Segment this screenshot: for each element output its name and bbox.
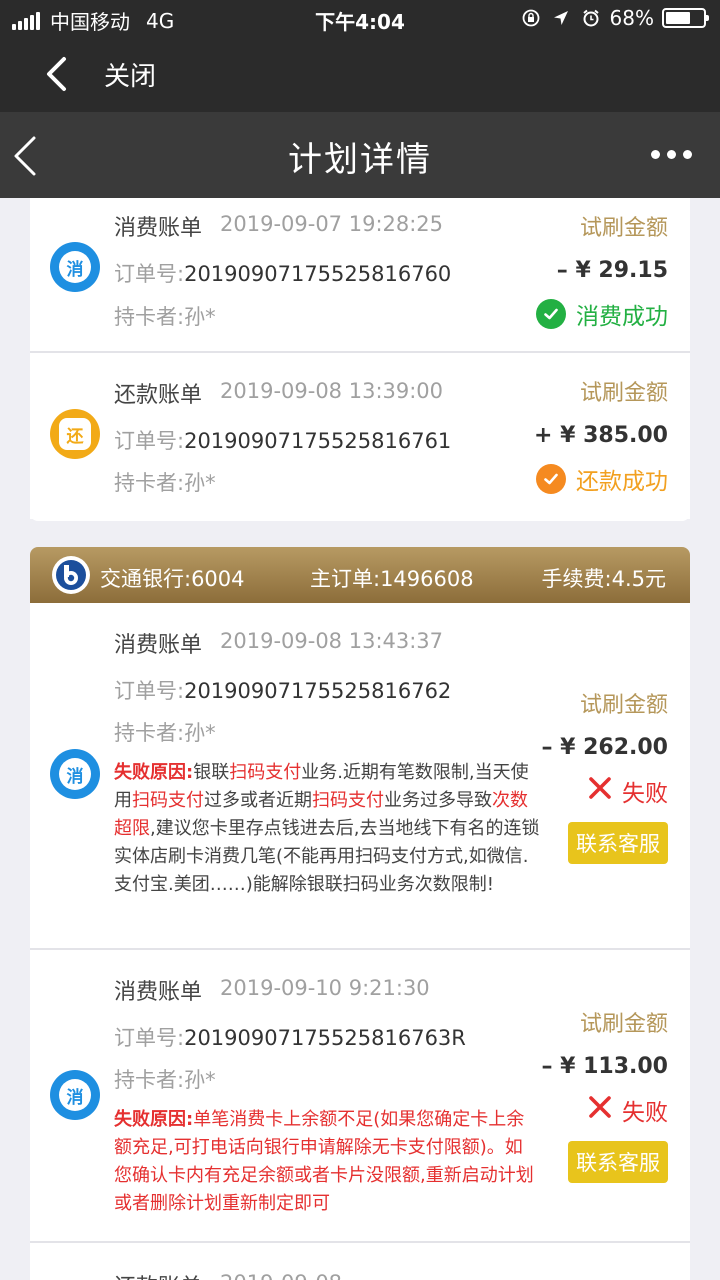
order-number: 订单号:20190907175525816763R: [114, 1026, 466, 1050]
location-arrow-icon: [552, 9, 570, 27]
record-group-card: 消 消费账单 2019-09-08 13:43:37 订单号:201909071…: [30, 603, 690, 1280]
amount-value: – ¥ 113.00: [541, 1054, 668, 1079]
consume-icon: 消: [50, 242, 100, 292]
card-holder: 持卡者:孙*: [114, 1068, 216, 1092]
check-circle-icon: [536, 464, 566, 494]
record-time: 2019-09-07 19:28:25: [220, 212, 444, 236]
main-order-number: 主订单:1496608: [310, 567, 474, 591]
amount-value: + ¥ 385.00: [534, 423, 668, 448]
status-badge: 失败: [541, 774, 668, 808]
failure-reason: 失败原因:银联扫码支付业务.近期有笔数限制,当天使用扫码支付过多或者近期扫码支付…: [114, 762, 540, 895]
contact-service-button[interactable]: 联系客服: [568, 822, 668, 864]
record-time: 2019-09-10 9:21:30: [220, 976, 430, 1000]
more-options-icon[interactable]: [644, 150, 692, 159]
close-x-icon: [588, 776, 612, 806]
browser-top-bar: 关闭: [0, 36, 720, 112]
record-type: 还款账单: [114, 1269, 202, 1280]
record-time: 2019-09-08 13:43:37: [220, 629, 444, 653]
rotation-lock-icon: [522, 9, 540, 27]
page-title: 计划详情: [288, 140, 432, 180]
status-badge: 失败: [541, 1093, 668, 1127]
battery-icon: [662, 8, 709, 28]
record-time: 2019-09-08: [220, 1271, 342, 1280]
card-holder: 持卡者:孙*: [114, 471, 216, 495]
record-type: 消费账单: [114, 980, 203, 1005]
service-fee: 手续费:4.5元: [541, 567, 666, 591]
order-number: 订单号:20190907175525816762: [114, 679, 452, 703]
close-button[interactable]: 关闭: [104, 56, 156, 93]
amount-label: 试刷金额: [579, 216, 668, 241]
alarm-clock-icon: [582, 9, 600, 27]
record-type: 消费账单: [114, 216, 203, 241]
repay-icon: 还: [50, 409, 100, 459]
bank-card-info: 交通银行:6004: [100, 567, 245, 591]
record-type: 消费账单: [114, 633, 203, 658]
plan-detail-list[interactable]: 消 消费账单 2019-09-07 19:28:25 订单号:201909071…: [0, 198, 720, 1280]
status-bar: 中国移动 4G 下午4:04 68%: [0, 0, 720, 36]
list-item[interactable]: 消 消费账单 2019-09-10 9:21:30 订单号:2019090717…: [30, 950, 690, 1241]
status-badge: 还款成功: [534, 462, 668, 496]
consume-icon: 消: [50, 1070, 100, 1120]
amount-value: – ¥ 29.15: [556, 258, 668, 283]
plan-group-header: 交通银行:6004 主订单:1496608 手续费:4.5元: [30, 547, 690, 603]
list-item[interactable]: 消 消费账单 2019-09-08 13:43:37 订单号:201909071…: [30, 603, 690, 948]
card-holder: 持卡者:孙*: [114, 305, 216, 329]
order-number: 订单号:20190907175525816761: [114, 429, 452, 453]
back-chevron-icon[interactable]: [40, 56, 76, 92]
close-x-icon: [588, 1095, 612, 1125]
amount-label: 试刷金额: [579, 693, 668, 718]
record-group-card: 消 消费账单 2019-09-07 19:28:25 订单号:201909071…: [30, 198, 690, 521]
contact-service-button[interactable]: 联系客服: [568, 1141, 668, 1183]
list-item[interactable]: 消 消费账单 2019-09-07 19:28:25 订单号:201909071…: [30, 198, 690, 351]
record-type: 还款账单: [114, 383, 203, 408]
page-header: 计划详情: [0, 112, 720, 198]
amount-label: 试刷金额: [579, 1012, 668, 1037]
card-holder: 持卡者:孙*: [114, 721, 216, 745]
amount-value: – ¥ 262.00: [541, 735, 668, 760]
order-number: 订单号:20190907175525816760: [114, 262, 452, 286]
list-item[interactable]: 还 还款账单 2019-09-08 13:39:00 订单号:201909071…: [30, 353, 690, 519]
list-item[interactable]: 还款账单 2019-09-08: [30, 1243, 690, 1280]
check-circle-icon: [536, 299, 566, 329]
status-badge: 消费成功: [536, 297, 668, 331]
amount-label: 试刷金额: [579, 381, 668, 406]
bank-logo-icon: [52, 556, 90, 594]
record-time: 2019-09-08 13:39:00: [220, 379, 444, 403]
consume-icon: 消: [50, 749, 100, 799]
failure-reason: 失败原因:单笔消费卡上余额不足(如果您确定卡上余额充足,可打电话向银行申请解除无…: [114, 1109, 534, 1214]
battery-percent: 68%: [609, 6, 654, 30]
